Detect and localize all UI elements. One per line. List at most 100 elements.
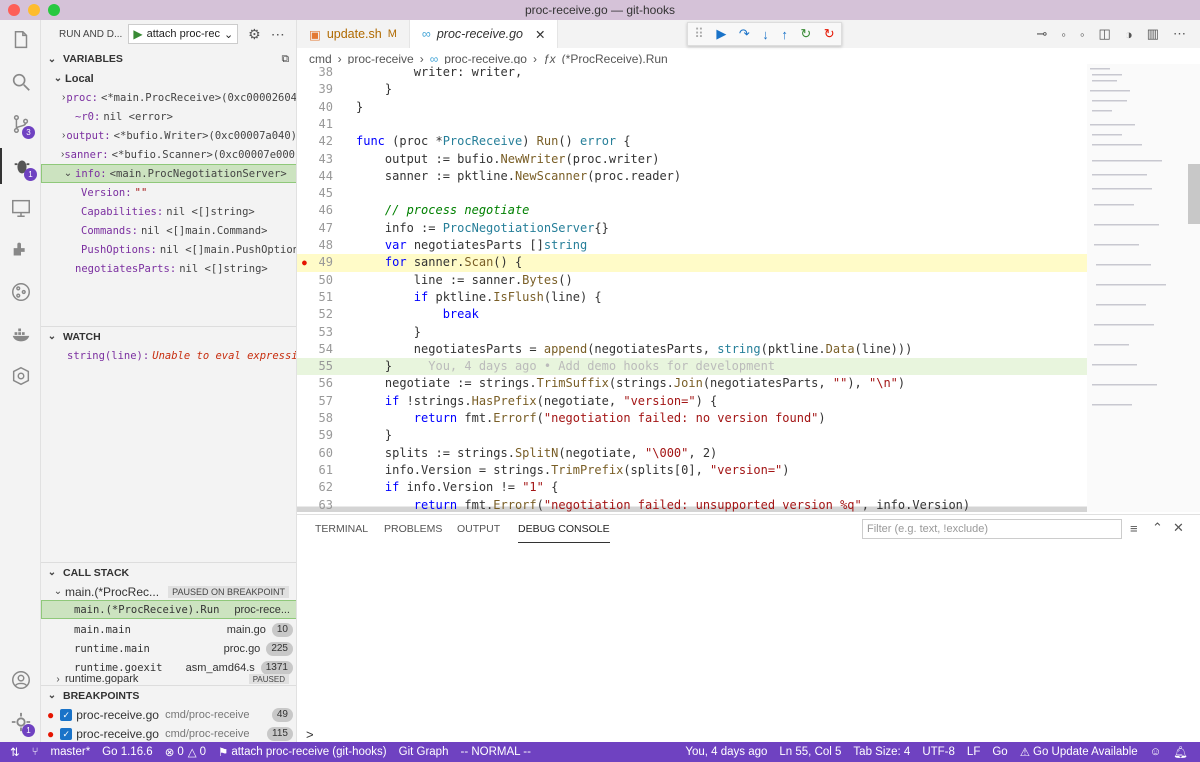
zoom-window-button[interactable] <box>48 4 60 16</box>
error-count[interactable]: 0 <box>177 746 183 758</box>
next-change-icon[interactable]: ◦ <box>1080 27 1085 42</box>
variable-row-selected[interactable]: ⌄ info: <main.ProcNegotiationServer> <box>41 164 296 183</box>
explorer-icon[interactable] <box>0 22 41 58</box>
code-line[interactable]: 41 <box>297 116 1087 133</box>
code-line[interactable]: 48 var negotiatesParts []string <box>297 237 1087 254</box>
tab-output[interactable]: OUTPUT <box>457 515 500 543</box>
language-mode[interactable]: Go <box>992 746 1007 758</box>
variable-row[interactable]: Commands: nil <[]main.Command> <box>41 221 296 240</box>
git-graph-status[interactable]: Git Graph <box>399 746 449 758</box>
git-blame[interactable]: You, 4 days ago <box>685 746 767 758</box>
console-prompt[interactable]: > <box>306 727 314 742</box>
variable-row[interactable]: negotiatesParts: nil <[]string> <box>41 259 296 278</box>
account-icon[interactable] <box>0 662 41 698</box>
code-line[interactable]: 56 negotiate := strings.TrimSuffix(strin… <box>297 375 1087 392</box>
tab-problems[interactable]: PROBLEMS <box>384 515 442 543</box>
remote-icon[interactable]: ⇅ <box>10 745 20 759</box>
variable-row[interactable]: Version: "" <box>41 183 296 202</box>
drag-handle-icon[interactable]: ⠿ <box>694 26 704 42</box>
start-debug-icon[interactable]: ▶ <box>133 27 142 41</box>
breakpoint-row[interactable]: ● ✓ proc-receive.go cmd/proc-receive 49 <box>41 705 296 724</box>
variable-row[interactable]: Capabilities: nil <[]string> <box>41 202 296 221</box>
code-line[interactable]: 55 } You, 4 days ago • Add demo hooks fo… <box>297 358 1087 376</box>
search-icon[interactable] <box>0 64 41 100</box>
git-graph-icon[interactable] <box>0 274 41 310</box>
notifications-icon[interactable]: 🔔︎ <box>1173 745 1188 759</box>
continue-icon[interactable]: ▶︎ <box>716 26 726 42</box>
code-line[interactable]: 51 if pktline.IsFlush(line) { <box>297 289 1087 306</box>
code-line[interactable]: 53 } <box>297 324 1087 341</box>
git-commit-icon[interactable]: ⊸ <box>1036 26 1047 42</box>
docker-icon[interactable] <box>0 316 41 352</box>
close-panel-icon[interactable]: ✕ <box>1173 520 1184 536</box>
breakpoint-row[interactable]: ● ✓ proc-receive.go cmd/proc-receive 115 <box>41 724 296 742</box>
gear-icon[interactable]: ⚙ <box>248 26 261 43</box>
stack-frame[interactable]: runtime.main proc.go 225 <box>41 639 296 658</box>
code-line[interactable]: 49 for sanner.Scan() {● <box>297 254 1087 272</box>
tab-terminal[interactable]: TERMINAL <box>315 515 368 543</box>
code-line[interactable]: 40} <box>297 99 1087 116</box>
minimap[interactable] <box>1087 64 1200 512</box>
step-into-icon[interactable]: ↓ <box>762 27 769 42</box>
tab-proc-receive-go[interactable]: ∞ proc-receive.go ✕ <box>409 20 559 48</box>
step-over-icon[interactable]: ↷ <box>739 26 750 42</box>
step-out-icon[interactable]: ↑ <box>781 27 788 42</box>
go-update-status[interactable]: Go Update Available <box>1033 746 1138 758</box>
thread-row[interactable]: ⌄ main.(*ProcRec... PAUSED ON BREAKPOINT <box>41 582 296 601</box>
more-actions-icon[interactable]: ⋯ <box>271 26 285 43</box>
local-scope[interactable]: ⌄ Local <box>41 69 296 88</box>
code-line[interactable]: 46 // process negotiate <box>297 202 1087 219</box>
code-line[interactable]: 42 func (proc *ProcReceive) Run() error { <box>297 133 1087 150</box>
tab-update-sh[interactable]: ▣ update.sh M <box>297 20 410 48</box>
code-line[interactable]: 62 if info.Version != "1" { <box>297 479 1087 496</box>
stack-frame[interactable]: main.main main.go 10 <box>41 620 296 639</box>
more-actions-icon[interactable]: ⋯ <box>1173 26 1186 42</box>
code-line[interactable]: 58 return fmt.Errorf("negotiation failed… <box>297 410 1087 427</box>
toggle-icon[interactable]: ◑ <box>1125 27 1133 42</box>
extensions-icon[interactable] <box>0 232 41 268</box>
code-line[interactable]: 45 <box>297 185 1087 202</box>
breakpoint-checkbox[interactable]: ✓ <box>60 727 73 740</box>
code-line[interactable]: 54 negotiatesParts = append(negotiatesPa… <box>297 341 1087 358</box>
variables-section-header[interactable]: ⌄ VARIABLES ⧉ <box>41 49 296 69</box>
stack-frame[interactable]: main.(*ProcReceive).Run proc-rece... <box>41 600 296 619</box>
variable-row[interactable]: › proc: <*main.ProcReceive>(0xc00002604 <box>41 88 296 107</box>
watch-expression[interactable]: string(line): Unable to eval expressio..… <box>41 346 296 365</box>
thread-row[interactable]: › runtime.gopark PAUSED <box>41 674 296 684</box>
watch-section-header[interactable]: ⌄ WATCH <box>41 326 296 346</box>
code-line[interactable]: 57 if !strings.HasPrefix(negotiate, "ver… <box>297 393 1087 410</box>
code-line[interactable]: 52 break <box>297 306 1087 323</box>
variable-row[interactable]: › sanner: <*bufio.Scanner>(0xc00007e000) <box>41 145 296 164</box>
code-line[interactable]: 44 sanner := pktline.NewScanner(proc.rea… <box>297 168 1087 185</box>
code-line[interactable]: 61 info.Version = strings.TrimPrefix(spl… <box>297 462 1087 479</box>
maximize-panel-icon[interactable]: ⌃ <box>1152 520 1163 536</box>
code-line[interactable]: 60 splits := strings.SplitN(negotiate, "… <box>297 445 1087 462</box>
remote-explorer-icon[interactable] <box>0 190 41 226</box>
variable-row[interactable]: PushOptions: nil <[]main.PushOption> <box>41 240 296 259</box>
debug-console-filter-input[interactable]: Filter (e.g. text, !exclude) <box>862 519 1122 539</box>
encoding[interactable]: UTF-8 <box>922 746 955 758</box>
go-version[interactable]: Go 1.16.6 <box>102 746 153 758</box>
feedback-icon[interactable]: ☺ <box>1150 746 1162 758</box>
layout-icon[interactable]: ▥ <box>1147 26 1159 42</box>
code-line[interactable]: 43 output := bufio.NewWriter(proc.writer… <box>297 151 1087 168</box>
cursor-position[interactable]: Ln 55, Col 5 <box>779 746 841 758</box>
previous-change-icon[interactable]: ◦ <box>1061 27 1066 42</box>
clear-console-icon[interactable]: ≡ <box>1130 521 1138 536</box>
collapse-all-icon[interactable]: ⧉ <box>282 53 290 66</box>
debug-session[interactable]: attach proc-receive (git-hooks) <box>231 746 386 758</box>
tab-debug-console[interactable]: DEBUG CONSOLE <box>518 515 610 543</box>
close-window-button[interactable] <box>8 4 20 16</box>
breakpoint-checkbox[interactable]: ✓ <box>60 708 73 721</box>
minimize-window-button[interactable] <box>28 4 40 16</box>
branch-status[interactable]: master* <box>51 746 91 758</box>
call-stack-section-header[interactable]: ⌄ CALL STACK <box>41 562 296 582</box>
disconnect-icon[interactable]: ↻ <box>824 26 835 42</box>
code-line[interactable]: 63 return fmt.Errorf("negotiation failed… <box>297 496 1087 512</box>
breakpoints-section-header[interactable]: ⌄ BREAKPOINTS <box>41 685 296 705</box>
settings-gear-icon[interactable]: 1 <box>0 704 41 740</box>
run-debug-icon[interactable]: 1 <box>0 148 41 184</box>
code-line[interactable]: 47 info := ProcNegotiationServer{} <box>297 220 1087 237</box>
code-line[interactable]: 39 } <box>297 81 1087 98</box>
variable-row[interactable]: › output: <*bufio.Writer>(0xc00007a040) <box>41 126 296 145</box>
